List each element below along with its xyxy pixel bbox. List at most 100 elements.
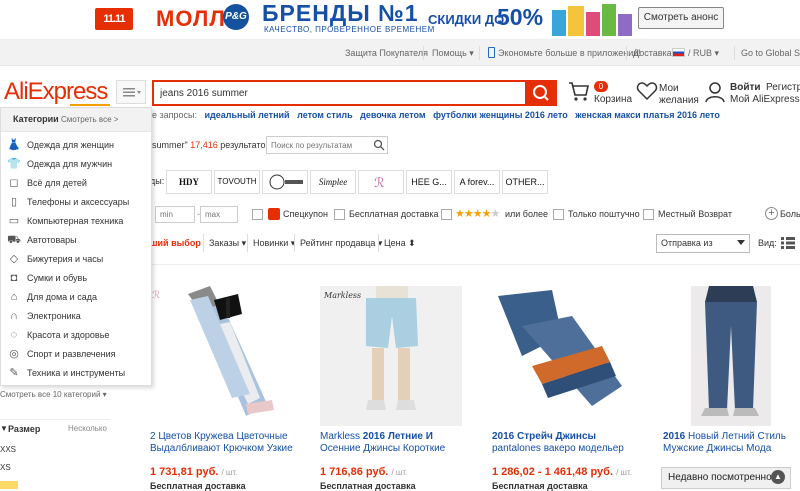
product-image[interactable]: Markless — [320, 286, 462, 426]
cart-icon[interactable] — [568, 80, 590, 102]
popular-link[interactable]: идеальный летний — [205, 110, 290, 120]
rating-checkbox[interactable] — [441, 209, 452, 220]
mall-logo: 11.11 — [95, 8, 133, 30]
product-title[interactable]: Markless 2016 Летние И Осенние Джинсы Ко… — [320, 431, 470, 455]
register-link[interactable]: Регистрация — [766, 82, 800, 93]
search-input[interactable] — [152, 80, 526, 106]
announce-button[interactable]: Смотреть анонс — [638, 7, 724, 29]
category-item[interactable]: ⌂ Для дома и сада — [1, 288, 151, 307]
my-aliexpress-link[interactable]: Мой AliExpress — [730, 94, 800, 105]
price-max-input[interactable] — [200, 206, 238, 223]
brand-hee[interactable]: HEE G... — [406, 170, 452, 194]
product-image[interactable] — [661, 286, 800, 426]
single-piece-checkbox[interactable] — [553, 209, 564, 220]
popular-link[interactable]: девочка летом — [360, 110, 425, 120]
cart-label[interactable]: Корзина — [594, 94, 632, 105]
product-image[interactable] — [492, 286, 634, 426]
coupon-icon — [268, 208, 280, 220]
category-label: Телефоны и аксессуары — [27, 197, 130, 207]
product-image[interactable]: ℛ — [150, 286, 292, 426]
categories-menu-button[interactable] — [116, 80, 146, 104]
search-in-results-input[interactable] — [266, 136, 388, 154]
sort-price[interactable]: Цена ⬍ — [378, 234, 421, 252]
category-item[interactable]: ∩ Электроника — [1, 307, 151, 326]
size-filter-title: Размер — [8, 424, 41, 434]
size-multi-label[interactable]: Несколько — [68, 424, 107, 433]
sort-seller-rating[interactable]: Рейтинг продавца ▾ — [294, 234, 387, 252]
chevron-up-icon[interactable]: ▲ — [771, 470, 785, 484]
brand-tovouth[interactable]: TOVOUTH — [214, 170, 260, 194]
category-item[interactable]: ⛟ Автотовары — [1, 231, 151, 250]
sort-best-match[interactable]: ший выбор — [150, 238, 201, 248]
help-link[interactable]: Помощь ▾ — [432, 48, 474, 59]
price-min-input[interactable] — [155, 206, 195, 223]
nav-divider — [479, 46, 480, 60]
category-label: Компьютерная техника — [27, 216, 124, 226]
category-label: Для дома и сада — [27, 292, 97, 302]
category-item[interactable]: ◇ Бижутерия и часы — [1, 250, 151, 269]
svg-text:Markless: Markless — [323, 291, 361, 300]
app-link[interactable]: Экономьте больше в приложении! — [498, 48, 641, 58]
product-title[interactable]: 2016 Новый Летний Стиль Мужские Джинсы М… — [663, 431, 800, 455]
brand-hdy[interactable]: HDY — [166, 170, 212, 194]
free-shipping-label: Бесплатная доставка — [349, 209, 439, 219]
brand-logo-5[interactable]: ℛ — [358, 170, 404, 194]
aliexpress-logo[interactable]: AliExpress — [4, 78, 108, 106]
buyer-protection-link[interactable]: Защита Покупателя — [345, 48, 428, 58]
category-label: Одежда для мужчин — [27, 159, 113, 169]
brand-logo-3[interactable] — [262, 170, 308, 194]
brand-other[interactable]: OTHER... — [502, 170, 548, 194]
home-icon: ⌂ — [10, 291, 18, 303]
search-icon[interactable] — [373, 139, 385, 151]
popular-link[interactable]: футболки женщины 2016 лето — [433, 110, 568, 120]
product-shipping: Бесплатная доставка — [320, 481, 416, 491]
banner-title: БРЕНДЫ №1 — [262, 0, 419, 26]
menu-icon — [123, 88, 141, 97]
size-option[interactable]: XXS — [0, 445, 16, 454]
more-categories-link[interactable]: Смотреть все 10 категорий ▾ — [0, 390, 107, 399]
categories-see-all-link[interactable]: Смотреть все > — [61, 115, 118, 124]
tools-icon: ✎ — [9, 367, 19, 379]
product-title[interactable]: 2016 Стрейч Джинсы pantalones вакеро мод… — [492, 431, 642, 455]
global-site-link[interactable]: Go to Global Site — [741, 48, 800, 58]
category-item[interactable]: ◘ Сумки и обувь — [1, 269, 151, 288]
category-item[interactable]: 👗 Одежда для женщин — [1, 136, 151, 155]
search-button[interactable] — [525, 80, 557, 106]
category-item[interactable]: ✎ Техника и инструменты — [1, 364, 151, 383]
coupon-checkbox[interactable] — [252, 209, 263, 220]
heart-icon[interactable] — [636, 81, 658, 101]
user-icon[interactable] — [704, 81, 726, 103]
cart-count-badge: 0 — [594, 81, 608, 92]
wishlist-label[interactable]: Мои желания — [659, 83, 699, 107]
category-item[interactable]: ▭ Компьютерная техника — [1, 212, 151, 231]
popular-link[interactable]: женская макси платья 2016 лето — [575, 110, 720, 120]
category-label: Всё для детей — [27, 178, 87, 188]
sort-orders[interactable]: Заказы ▾ — [203, 234, 251, 252]
plus-icon[interactable]: + — [765, 207, 778, 220]
product-price: 1 286,02 - 1 461,48 руб. / шт. — [492, 466, 632, 478]
brand-aforever[interactable]: A forev... — [454, 170, 500, 194]
local-return-checkbox[interactable] — [643, 209, 654, 220]
categories-title: Категории — [13, 114, 59, 124]
category-item[interactable]: ◎ Спорт и развлечения — [1, 345, 151, 364]
list-view-icon[interactable] — [781, 237, 795, 249]
currency-selector[interactable]: / RUB ▾ — [688, 48, 719, 59]
category-item[interactable]: 👕 Одежда для мужчин — [1, 155, 151, 174]
brand-crest-icon — [269, 174, 303, 190]
brand-simplee[interactable]: Simplee — [310, 170, 356, 194]
size-swatch — [0, 481, 18, 489]
popular-link[interactable]: летом стиль — [297, 110, 353, 120]
login-link[interactable]: Войти — [730, 82, 761, 93]
promo-banner[interactable]: 11.11 МОЛЛ P&G БРЕНДЫ №1 КАЧЕСТВО, ПРОВЕ… — [0, 0, 800, 40]
sort-newest[interactable]: Новинки ▾ — [247, 234, 300, 252]
ship-from-select[interactable]: Отправка из — [656, 234, 750, 253]
category-item[interactable]: ◻ Всё для детей — [1, 174, 151, 193]
product-title[interactable]: 2 Цветов Кружева Цветочные Выдалбливают … — [150, 431, 300, 455]
more-filters-link[interactable]: Больше — [780, 209, 800, 219]
free-shipping-checkbox[interactable] — [334, 209, 345, 220]
bag-icon: ◘ — [10, 272, 18, 284]
size-option[interactable]: XS — [0, 463, 11, 472]
svg-text:ℛ: ℛ — [152, 290, 160, 301]
category-item[interactable]: ◌ Красота и здоровье — [1, 326, 151, 345]
category-item[interactable]: ▯ Телефоны и аксессуары — [1, 193, 151, 212]
